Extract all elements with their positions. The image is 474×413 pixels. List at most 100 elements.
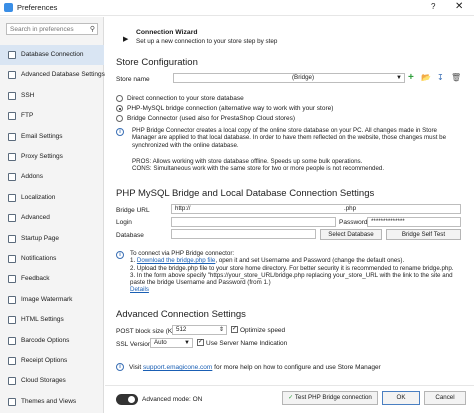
- bridge-help: To connect via PHP Bridge connector: 1. …: [130, 250, 465, 294]
- wizard-title[interactable]: Connection Wizard: [136, 29, 198, 36]
- store-config-heading: Store Configuration: [116, 57, 198, 68]
- radio-php-mysql-bridge[interactable]: [116, 105, 123, 112]
- login-label: Login: [116, 219, 132, 226]
- sidebar-item-database-connection[interactable]: Database Connection: [0, 45, 104, 65]
- sidebar-item-cloud-storages[interactable]: Cloud Storages: [0, 371, 104, 391]
- ssl-version-select[interactable]: Auto ▼: [150, 338, 193, 348]
- close-button[interactable]: ✕: [455, 1, 463, 12]
- post-block-value: 512: [176, 326, 187, 333]
- support-link[interactable]: support.emagicone.com: [143, 364, 212, 371]
- sidebar-item-label: Feedback: [21, 275, 50, 283]
- help-step-1: 1. Download the bridge.php file, open it…: [130, 257, 405, 265]
- sidebar-item-label: Localization: [21, 193, 56, 201]
- advanced-mode-label: Advanced mode: ON: [142, 396, 203, 403]
- sidebar-item-ftp[interactable]: FTP: [0, 106, 104, 126]
- password-label: Password: [339, 219, 368, 226]
- sidebar-item-label: Image Watermark: [21, 295, 73, 303]
- cons-text: CONS: Simultaneous work with the same st…: [132, 165, 385, 172]
- sidebar-item-barcode-options[interactable]: Barcode Options: [0, 331, 104, 351]
- email-icon: [8, 132, 16, 141]
- title-bar: Preferences ? ✕: [0, 0, 474, 16]
- store-name-label: Store name: [116, 76, 150, 83]
- sidebar-item-email-settings[interactable]: Email Settings: [0, 127, 104, 147]
- sidebar-item-advanced[interactable]: Advanced: [0, 208, 104, 228]
- database-icon: [8, 51, 16, 59]
- bridge-url-input[interactable]: http:// .php: [171, 204, 461, 214]
- search-icon: ⚲: [89, 26, 95, 33]
- add-icon[interactable]: +: [408, 72, 414, 83]
- chevron-right-icon[interactable]: ▶: [123, 35, 128, 43]
- sidebar-item-label: Database Connection: [21, 51, 84, 58]
- download-bridge-link[interactable]: Download the bridge.php file: [137, 257, 215, 264]
- chevron-down-icon: ▼: [396, 75, 402, 81]
- ssh-icon: [8, 91, 16, 100]
- sidebar-item-label: SSH: [21, 91, 35, 99]
- server-name-checkbox[interactable]: ✓: [197, 339, 204, 346]
- stepper-icon[interactable]: ⇕: [219, 326, 224, 334]
- wizard-subtitle: Set up a new connection to your store st…: [136, 38, 278, 45]
- advanced-settings-heading: Advanced Connection Settings: [116, 309, 246, 320]
- info-icon: i: [116, 363, 124, 371]
- bridge-self-test-button[interactable]: Bridge Self Test: [386, 229, 461, 240]
- app-icon: [4, 3, 13, 12]
- support-suffix: for more help on how to configure and us…: [212, 364, 381, 371]
- ssl-version-label: SSL Version: [116, 341, 152, 348]
- optimize-speed-checkbox[interactable]: ✓: [231, 326, 238, 333]
- sidebar-item-proxy-settings[interactable]: Proxy Settings: [0, 147, 104, 167]
- sidebar-item-label: Cloud Storages: [21, 377, 66, 385]
- advanced-mode-toggle[interactable]: [116, 394, 138, 405]
- sidebar-item-html-settings[interactable]: HTML Settings: [0, 310, 104, 330]
- details-link[interactable]: Details: [130, 286, 149, 293]
- proxy-icon: [8, 153, 16, 161]
- option-bridge-label: PHP-MySQL bridge connection (alternative…: [127, 105, 334, 112]
- info-icon: i: [116, 251, 124, 259]
- download-icon[interactable]: ↧: [437, 73, 444, 82]
- select-database-button[interactable]: Select Database: [320, 229, 382, 240]
- help-step-3: 3. In the form above specify "https://yo…: [130, 271, 453, 287]
- help-intro: To connect via PHP Bridge connector:: [130, 250, 235, 257]
- sidebar-item-label: Startup Page: [21, 234, 59, 242]
- sidebar-item-label: Addons: [21, 173, 44, 181]
- sidebar-item-receipt-options[interactable]: Receipt Options: [0, 351, 104, 371]
- chevron-down-icon: ▼: [184, 340, 190, 346]
- delete-icon[interactable]: 🗑: [451, 73, 461, 82]
- sidebar: ⚲ Database Connection Advanced Database S…: [0, 17, 105, 413]
- search-input[interactable]: [10, 25, 85, 34]
- sidebar-item-ssh[interactable]: SSH: [0, 86, 104, 106]
- sidebar-item-themes-and-views[interactable]: Themes and Views: [0, 392, 104, 412]
- startup-page-icon: [8, 234, 16, 243]
- database-input[interactable]: [171, 229, 316, 239]
- sidebar-item-startup-page[interactable]: Startup Page: [0, 229, 104, 249]
- support-prefix: Visit: [129, 364, 143, 371]
- bridge-url-prefix: http://: [175, 205, 191, 212]
- globe-icon: [8, 193, 16, 202]
- password-input[interactable]: **************: [367, 217, 461, 227]
- store-name-select[interactable]: (Bridge) ▼: [173, 73, 405, 83]
- barcode-icon: [8, 336, 16, 345]
- sidebar-item-notifications[interactable]: Notifications: [0, 249, 104, 269]
- post-block-input[interactable]: 512 ⇕: [172, 325, 227, 335]
- ssl-version-value: Auto: [154, 339, 167, 346]
- search-box[interactable]: ⚲: [6, 23, 98, 35]
- sidebar-item-feedback[interactable]: Feedback: [0, 269, 104, 289]
- themes-icon: [8, 397, 16, 406]
- test-bridge-connection-button[interactable]: ✓ Test PHP Bridge connection: [282, 391, 378, 405]
- option-direct-label: Direct connection to your store database: [127, 95, 244, 102]
- login-input[interactable]: [171, 217, 336, 227]
- html-icon: [8, 316, 16, 325]
- sidebar-item-addons[interactable]: Addons: [0, 167, 104, 187]
- sidebar-item-image-watermark[interactable]: Image Watermark: [0, 290, 104, 310]
- folder-open-icon[interactable]: 📂: [421, 73, 431, 82]
- sidebar-item-advanced-database-settings[interactable]: Advanced Database Settings: [0, 65, 105, 85]
- ok-button[interactable]: OK: [382, 391, 420, 405]
- radio-direct-connection[interactable]: [116, 95, 123, 102]
- sidebar-item-label: Themes and Views: [21, 397, 77, 405]
- help-button[interactable]: ?: [431, 2, 435, 11]
- database-label: Database: [116, 232, 144, 239]
- radio-bridge-connector[interactable]: [116, 115, 123, 122]
- sidebar-item-label: Advanced: [21, 214, 50, 222]
- store-name-value: (Bridge): [292, 74, 315, 81]
- cancel-button[interactable]: Cancel: [424, 391, 466, 405]
- sidebar-item-label: Email Settings: [21, 132, 63, 140]
- sidebar-item-localization[interactable]: Localization: [0, 188, 104, 208]
